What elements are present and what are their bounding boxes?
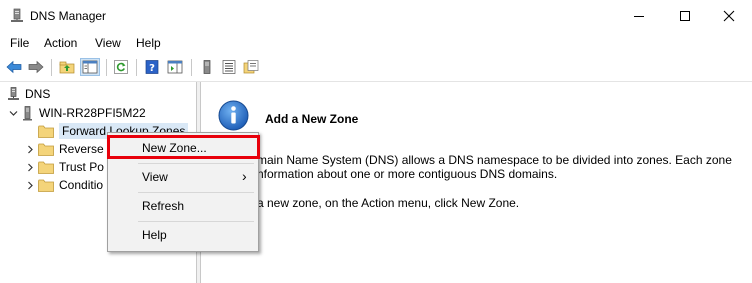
list-icon <box>222 60 236 74</box>
properties-button[interactable] <box>241 58 261 76</box>
toolbar-separator <box>136 59 137 76</box>
help-button[interactable]: ? <box>142 58 162 76</box>
maximize-icon <box>680 11 690 21</box>
close-icon <box>723 10 735 22</box>
menu-separator <box>138 192 254 193</box>
dns-icon <box>8 86 19 100</box>
tree-item-label: Reverse <box>59 142 104 156</box>
tree-item-trust-points[interactable]: Trust Po <box>24 158 104 176</box>
show-hide-console-tree-button[interactable] <box>80 58 100 76</box>
up-one-level-button[interactable] <box>57 58 77 76</box>
folder-icon <box>38 125 54 138</box>
show-hide-action-pane-icon <box>167 60 183 74</box>
server-icon <box>23 105 32 120</box>
forward-button[interactable] <box>26 58 46 76</box>
window-title: DNS Manager <box>30 9 107 23</box>
dns-server-icon <box>11 8 23 22</box>
info-icon <box>218 100 249 131</box>
tree-item-label: DNS <box>25 87 51 101</box>
refresh-button[interactable] <box>111 58 131 76</box>
menu-item-label: Refresh <box>142 199 185 213</box>
properties-icon <box>243 60 259 74</box>
minimize-icon <box>634 16 644 17</box>
tree-item-label: Conditio <box>59 178 104 192</box>
toolbar: ? <box>0 54 752 82</box>
tree-item-label: WIN-RR28PFI5M22 <box>39 106 146 120</box>
details-pane: Add a New Zone main Name System (DNS) al… <box>201 82 752 283</box>
show-hide-action-pane-button[interactable] <box>165 58 185 76</box>
menu-bar: File Action View Help <box>0 32 752 54</box>
title-bar: DNS Manager <box>0 0 752 32</box>
minimize-button[interactable] <box>616 0 662 32</box>
toolbar-separator <box>191 59 192 76</box>
chevron-right-icon[interactable] <box>24 179 36 191</box>
highlight-annotation <box>107 135 260 159</box>
close-button[interactable] <box>706 0 752 32</box>
menu-help[interactable]: Help <box>136 36 161 50</box>
up-folder-icon <box>59 61 75 74</box>
forward-arrow-icon <box>28 60 44 74</box>
svg-text:?: ? <box>149 63 155 74</box>
back-arrow-icon <box>6 60 22 74</box>
menu-action[interactable]: Action <box>44 36 77 50</box>
tree-item-conditional-forwarders[interactable]: Conditio <box>24 176 103 194</box>
description-line-2: nformation about one or more contiguous … <box>257 167 558 181</box>
folder-icon <box>38 161 54 174</box>
maximize-button[interactable] <box>662 0 708 32</box>
back-button[interactable] <box>4 58 24 76</box>
menu-item-refresh[interactable]: Refresh <box>108 195 258 217</box>
server-icon <box>203 60 211 74</box>
folder-icon <box>38 143 54 156</box>
list-button[interactable] <box>219 58 239 76</box>
menu-file[interactable]: File <box>10 36 29 50</box>
refresh-icon <box>114 60 128 74</box>
menu-item-help[interactable]: Help <box>108 224 258 246</box>
menu-item-label: View <box>142 170 168 184</box>
description-line-1: main Name System (DNS) allows a DNS name… <box>257 153 732 167</box>
menu-separator <box>138 221 254 222</box>
menu-item-view[interactable]: View › <box>108 166 258 188</box>
menu-separator <box>138 163 254 164</box>
tree-item-server[interactable]: WIN-RR28PFI5M22 <box>7 104 146 122</box>
tree-item-reverse-lookup-zones[interactable]: Reverse <box>24 140 104 158</box>
chevron-down-icon[interactable] <box>7 107 19 119</box>
toolbar-separator <box>51 59 52 76</box>
folder-icon <box>38 179 54 192</box>
menu-view[interactable]: View <box>95 36 121 50</box>
tree-item-label: Trust Po <box>59 160 104 174</box>
toolbar-separator <box>106 59 107 76</box>
instruction-line: a new zone, on the Action menu, click Ne… <box>257 196 520 210</box>
show-hide-console-tree-icon <box>82 60 98 74</box>
chevron-right-icon[interactable] <box>24 161 36 173</box>
help-icon: ? <box>145 60 159 74</box>
server-button[interactable] <box>197 58 217 76</box>
chevron-right-icon[interactable] <box>24 143 36 155</box>
chevron-right-icon: › <box>242 168 247 184</box>
menu-item-label: Help <box>142 228 167 242</box>
page-heading: Add a New Zone <box>265 112 359 126</box>
tree-item-dns[interactable]: DNS <box>7 85 50 103</box>
